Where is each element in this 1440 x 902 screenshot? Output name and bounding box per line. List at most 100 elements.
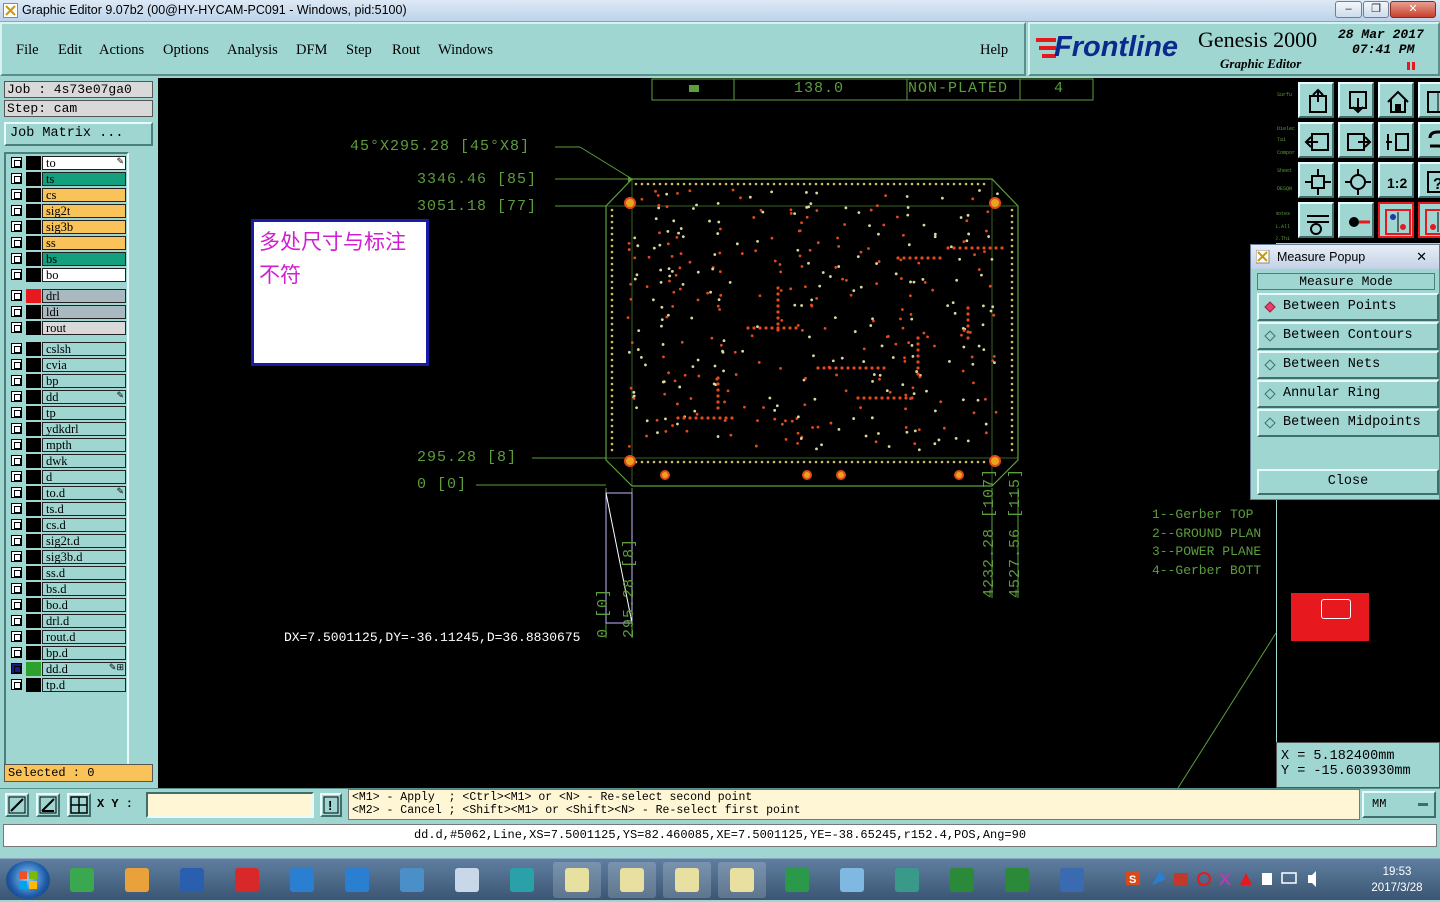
layer-checkbox[interactable] xyxy=(11,205,22,216)
xy-input[interactable] xyxy=(146,792,314,818)
tool-rotate[interactable] xyxy=(1418,122,1440,158)
layer-name[interactable]: ts xyxy=(42,172,126,186)
layer-color-swatch[interactable] xyxy=(26,236,41,250)
layer-row[interactable]: sig3b.d xyxy=(9,550,127,564)
taskbar-app[interactable] xyxy=(938,862,986,898)
tool-left-view[interactable] xyxy=(1298,122,1334,158)
menu-step[interactable]: Step xyxy=(346,42,372,59)
layer-color-swatch[interactable] xyxy=(26,566,41,580)
layer-checkbox[interactable] xyxy=(11,455,22,466)
layer-name[interactable]: rout xyxy=(42,321,126,335)
taskbar-app[interactable] xyxy=(1048,862,1096,898)
measure-option[interactable]: Between Nets xyxy=(1257,351,1439,379)
layer-row[interactable]: bo.d xyxy=(9,598,127,612)
tool-net-b[interactable] xyxy=(1418,202,1440,238)
taskbar-app[interactable] xyxy=(113,862,161,898)
layer-checkbox[interactable] xyxy=(11,439,22,450)
layer-color-swatch[interactable] xyxy=(26,598,41,612)
layer-row[interactable]: ts xyxy=(9,172,127,186)
layer-checkbox[interactable] xyxy=(11,663,22,674)
job-matrix-button[interactable]: Job Matrix ... xyxy=(4,122,153,146)
tool-mirror[interactable] xyxy=(1378,122,1414,158)
layer-checkbox[interactable] xyxy=(11,290,22,301)
layer-checkbox[interactable] xyxy=(11,503,22,514)
layer-color-swatch[interactable] xyxy=(26,550,41,564)
tool-top-view[interactable] xyxy=(1298,82,1334,118)
layer-checkbox[interactable] xyxy=(11,343,22,354)
layer-row[interactable]: dwk xyxy=(9,454,127,468)
alert-icon[interactable]: ! xyxy=(320,793,342,817)
start-button[interactable] xyxy=(6,861,50,899)
taskbar-app[interactable] xyxy=(278,862,326,898)
layer-name[interactable]: sig3b.d xyxy=(42,550,126,564)
layer-checkbox[interactable] xyxy=(11,583,22,594)
layer-row[interactable]: cslsh xyxy=(9,342,127,356)
overview-map[interactable] xyxy=(1276,500,1440,742)
layer-color-swatch[interactable] xyxy=(26,630,41,644)
layer-row[interactable]: sig3b xyxy=(9,220,127,234)
layer-name[interactable]: tp.d xyxy=(42,678,126,692)
tool-probe[interactable] xyxy=(1338,202,1374,238)
layer-color-swatch[interactable] xyxy=(26,252,41,266)
tool-window-view[interactable] xyxy=(1418,82,1440,118)
layer-row[interactable]: d xyxy=(9,470,127,484)
layer-row[interactable]: cs.d xyxy=(9,518,127,532)
graphic-canvas[interactable]: 138.0 NON-PLATED 4 45°X295.28 [45°X8] 33… xyxy=(158,78,1276,788)
layer-color-swatch[interactable] xyxy=(26,342,41,356)
layer-color-swatch[interactable] xyxy=(26,188,41,202)
layer-checkbox[interactable] xyxy=(11,157,22,168)
taskbar-app[interactable] xyxy=(333,862,381,898)
layer-name[interactable]: cslsh xyxy=(42,342,126,356)
close-window-button[interactable]: ✕ xyxy=(1390,1,1436,18)
layer-color-swatch[interactable] xyxy=(26,289,41,303)
layer-color-swatch[interactable] xyxy=(26,220,41,234)
layer-row[interactable]: sig2t.d xyxy=(9,534,127,548)
layer-name[interactable]: to.d xyxy=(42,486,126,500)
layer-checkbox[interactable] xyxy=(11,487,22,498)
layer-name[interactable]: bp.d xyxy=(42,646,126,660)
layer-name[interactable]: bo.d xyxy=(42,598,126,612)
layer-color-swatch[interactable] xyxy=(26,305,41,319)
grid-icon[interactable] xyxy=(67,793,91,817)
layer-row[interactable]: rout xyxy=(9,321,127,335)
layer-name[interactable]: to xyxy=(42,156,126,170)
layer-row[interactable]: dd.d ✎⊞ xyxy=(9,662,127,676)
layer-name[interactable]: ldi xyxy=(42,305,126,319)
layer-checkbox[interactable] xyxy=(11,423,22,434)
angle-icon[interactable] xyxy=(36,793,60,817)
layer-name[interactable]: ss.d xyxy=(42,566,126,580)
measure-popup-titlebar[interactable]: Measure Popup ✕ xyxy=(1251,245,1439,269)
menu-edit[interactable]: Edit xyxy=(58,42,82,59)
layer-name[interactable]: sig2t.d xyxy=(42,534,126,548)
measure-option[interactable]: Between Contours xyxy=(1257,322,1439,350)
layer-row[interactable]: cs xyxy=(9,188,127,202)
layer-checkbox[interactable] xyxy=(11,306,22,317)
layer-color-swatch[interactable] xyxy=(26,662,41,676)
layer-checkbox[interactable] xyxy=(11,631,22,642)
layer-row[interactable]: tp xyxy=(9,406,127,420)
taskbar-app[interactable] xyxy=(773,862,821,898)
minimize-button[interactable]: – xyxy=(1335,1,1362,18)
taskbar-app[interactable] xyxy=(663,862,711,898)
tool-zoom-fit[interactable] xyxy=(1298,162,1334,198)
snap-icon[interactable] xyxy=(5,793,29,817)
menu-options[interactable]: Options xyxy=(163,42,209,59)
layer-color-swatch[interactable] xyxy=(26,390,41,404)
taskbar-app[interactable] xyxy=(718,862,766,898)
maximize-button[interactable]: ❐ xyxy=(1363,1,1389,18)
taskbar-app[interactable] xyxy=(168,862,216,898)
layer-checkbox[interactable] xyxy=(11,567,22,578)
layer-row[interactable]: ts.d xyxy=(9,502,127,516)
measure-option[interactable]: Annular Ring xyxy=(1257,380,1439,408)
menu-rout[interactable]: Rout xyxy=(392,42,420,59)
layer-name[interactable]: ydkdrl xyxy=(42,422,126,436)
layer-row[interactable]: mpth xyxy=(9,438,127,452)
layer-color-swatch[interactable] xyxy=(26,358,41,372)
layer-color-swatch[interactable] xyxy=(26,172,41,186)
layer-color-swatch[interactable] xyxy=(26,518,41,532)
layer-color-swatch[interactable] xyxy=(26,321,41,335)
layer-checkbox[interactable] xyxy=(11,322,22,333)
measure-option[interactable]: Between Midpoints xyxy=(1257,409,1439,437)
menu-analysis[interactable]: Analysis xyxy=(227,42,278,59)
layer-row[interactable]: drl.d xyxy=(9,614,127,628)
